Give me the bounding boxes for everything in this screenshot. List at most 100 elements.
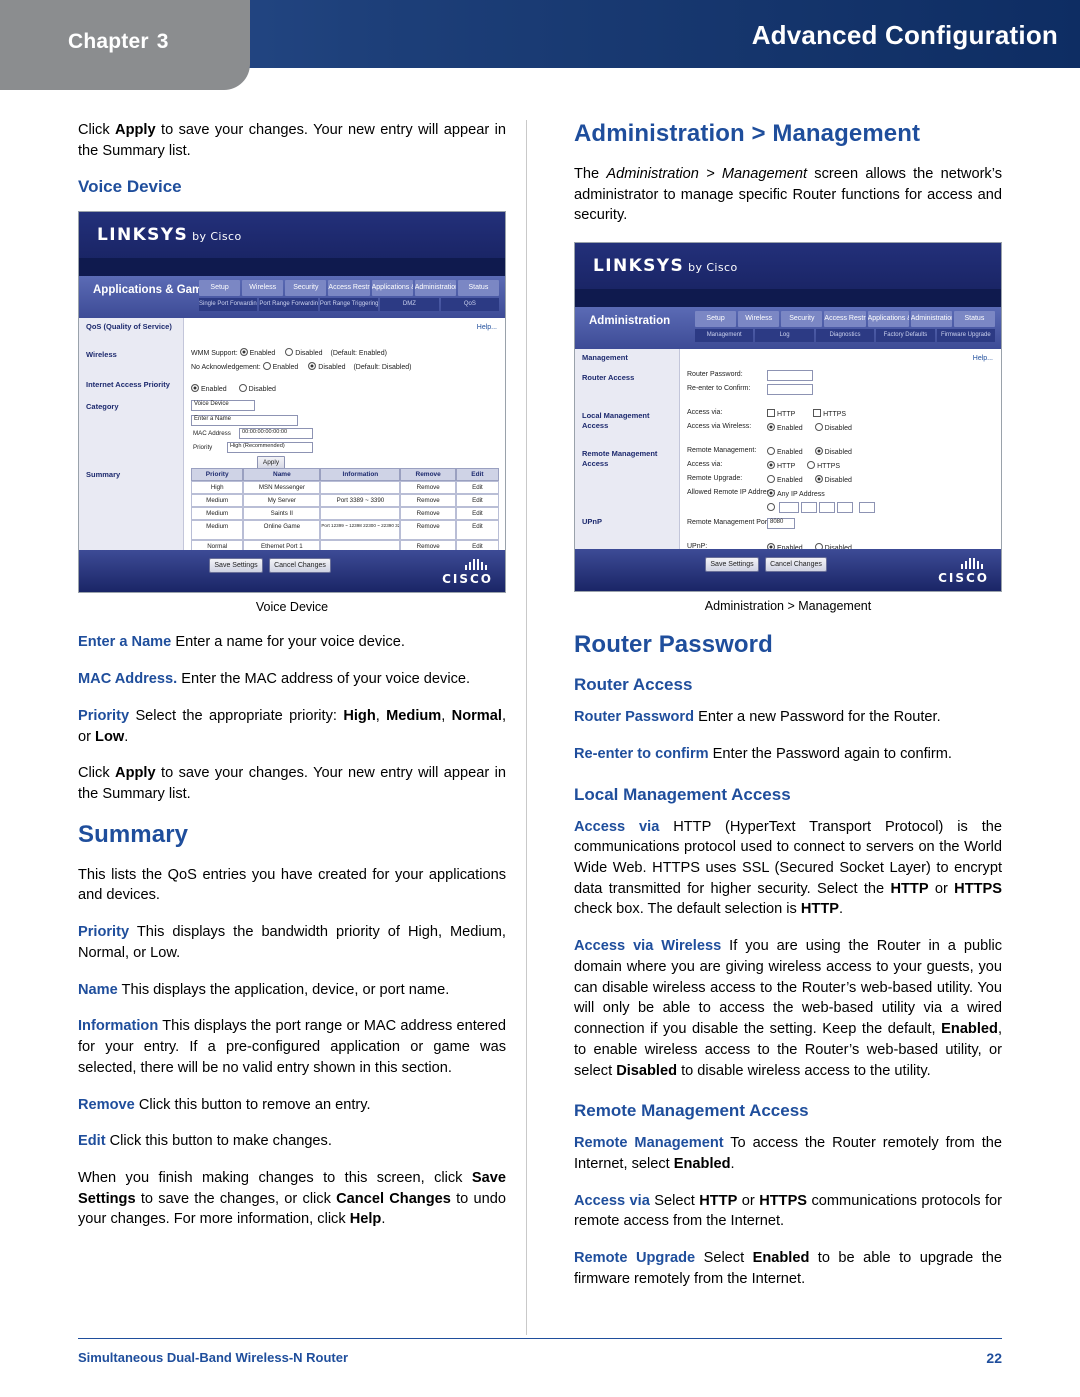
menu-item[interactable]: Administration: [414, 280, 456, 297]
submenu-item[interactable]: Port Range Forwarding: [259, 298, 318, 312]
remote-mgmt-enabled-radio[interactable]: [767, 447, 775, 456]
mac-address-value: 00:00:00:00:00:00: [242, 429, 288, 436]
ip-octet-5[interactable]: [859, 502, 875, 514]
wmm-disabled-label: Disabled: [295, 350, 323, 358]
submenu-item[interactable]: Single Port Forwarding: [199, 298, 258, 312]
summary-information-term: Information: [78, 1018, 159, 1035]
remote-https-radio[interactable]: [807, 461, 816, 470]
ip-range-radio[interactable]: [767, 503, 775, 512]
cancel-changes-button[interactable]: Cancel Changes: [269, 558, 331, 574]
cell-edit[interactable]: Edit: [455, 507, 499, 521]
reenter-confirm-field[interactable]: [767, 384, 813, 396]
menu-item[interactable]: Wireless: [738, 311, 780, 328]
menu-item[interactable]: Administration: [910, 311, 952, 328]
sidebar-item-remote-management-access: Remote Management Access: [582, 449, 658, 468]
wireless-disabled-radio[interactable]: [814, 423, 823, 432]
menu-item[interactable]: Setup: [695, 311, 737, 328]
no-ack-disabled-radio[interactable]: [308, 362, 317, 371]
summary-name-term: Name: [78, 981, 118, 998]
administration-management-screenshot: LINKSYS by Cisco Administration Setup Wir…: [574, 242, 1002, 593]
menu-item[interactable]: Security: [285, 280, 327, 297]
footer-page-number: 22: [986, 1350, 1002, 1366]
cell-remove[interactable]: Remove: [400, 507, 456, 521]
access-via-wireless-paragraph: Access via Wireless If you are using the…: [574, 938, 1002, 1079]
wireless-enabled-radio[interactable]: [767, 423, 775, 432]
screenshot-main-menu[interactable]: Setup Wireless Security Access Restricti…: [695, 311, 995, 328]
screenshot-footer: Save Settings Cancel Changes CISCO: [575, 549, 1001, 592]
submenu-item[interactable]: Port Range Triggering: [319, 298, 379, 312]
reenter-desc: Enter the Password again to confirm.: [712, 745, 952, 762]
wmm-enabled-label: Enabled: [249, 350, 276, 358]
screenshot-main-menu[interactable]: Setup Wireless Security Access Restricti…: [199, 280, 499, 297]
submenu-item[interactable]: Management: [695, 329, 754, 343]
menu-item[interactable]: Access Restrictions: [328, 280, 370, 297]
remote-access-via-paragraph: Access via Select HTTP or HTTPS communic…: [574, 1192, 1003, 1230]
menu-item[interactable]: Status: [953, 311, 995, 328]
menu-item[interactable]: Applications & Gaming: [371, 280, 413, 297]
wmm-enabled-radio[interactable]: [239, 348, 248, 357]
ip-octet-1[interactable]: [779, 502, 799, 514]
priority-enabled-radio[interactable]: [191, 384, 199, 393]
priority-disabled-radio[interactable]: [238, 384, 247, 393]
screenshot-titlebar: LINKSYS by Cisco: [79, 212, 505, 259]
cancel-changes-button[interactable]: Cancel Changes: [765, 557, 827, 573]
summary-information-paragraph: Information This displays the port range…: [78, 1016, 506, 1078]
enter-name-term: Enter a Name: [78, 634, 172, 651]
menu-item[interactable]: Access Restrictions: [824, 311, 866, 328]
submenu-item[interactable]: QoS: [440, 298, 500, 312]
menu-item[interactable]: Status: [457, 280, 499, 297]
http-checkbox[interactable]: [767, 409, 775, 418]
summary-priority-term: Priority: [78, 924, 130, 941]
remote-upgrade-enabled-radio[interactable]: [767, 475, 775, 484]
cell-remove[interactable]: Remove: [400, 520, 456, 541]
save-settings-button[interactable]: Save Settings: [705, 557, 759, 573]
screenshot-footer: Save Settings Cancel Changes CISCO: [79, 550, 505, 593]
menu-item[interactable]: Applications & Gaming: [867, 311, 909, 328]
submenu-item[interactable]: Diagnostics: [815, 329, 875, 343]
admin-management-heading: Administration > Management: [574, 120, 921, 147]
remote-upgrade-label: Remote Upgrade:: [687, 475, 743, 483]
help-link[interactable]: Help...: [477, 324, 497, 331]
any-ip-label: Any IP Address: [777, 491, 825, 499]
sidebar-item-wireless: Wireless: [86, 350, 117, 360]
cell-edit[interactable]: Edit: [455, 494, 499, 508]
menu-item[interactable]: Security: [781, 311, 823, 328]
router-password-field[interactable]: [767, 370, 813, 382]
ip-octet-2[interactable]: [801, 502, 817, 514]
cell-remove[interactable]: Remove: [400, 481, 456, 495]
ip-octet-4[interactable]: [837, 502, 853, 514]
no-ack-enabled-radio[interactable]: [262, 362, 271, 371]
cell-edit[interactable]: Edit: [455, 520, 499, 541]
sidebar-item-internet-access-priority: Internet Access Priority: [86, 380, 170, 390]
remote-mgmt-disabled-radio[interactable]: [814, 447, 823, 456]
ip-octet-3[interactable]: [819, 502, 835, 514]
any-ip-radio[interactable]: [767, 489, 775, 498]
menu-item[interactable]: Wireless: [242, 280, 284, 297]
table-row: Medium My Server Port 3389 ~ 3390 Remove…: [191, 494, 499, 508]
remote-http-radio[interactable]: [767, 461, 775, 470]
summary-priority-desc: This displays the bandwidth priority of …: [78, 924, 506, 961]
screenshot-sub-menu[interactable]: Management Log Diagnostics Factory Defau…: [695, 329, 996, 343]
cell-remove[interactable]: Remove: [400, 494, 456, 508]
menu-item[interactable]: Setup: [199, 280, 241, 297]
save-settings-button[interactable]: Save Settings: [209, 558, 263, 574]
submenu-item[interactable]: Firmware Upgrade: [936, 329, 996, 343]
access-via-wireless-row: Enabled Disabled: [767, 423, 852, 432]
wmm-disabled-radio[interactable]: [285, 348, 294, 357]
remote-upgrade-disabled-radio[interactable]: [814, 475, 823, 484]
screenshot-navbar: Applications & Gaming Setup Wireless Sec…: [79, 276, 505, 319]
help-link[interactable]: Help...: [973, 355, 993, 362]
remote-management-access-heading: Remote Management Access: [574, 1101, 809, 1121]
submenu-item[interactable]: Log: [755, 329, 814, 343]
submenu-item[interactable]: Factory Defaults: [876, 329, 935, 343]
intro-paragraph: Click Apply to save your changes. Your n…: [78, 122, 506, 159]
wmm-support-label: WMM Support:: [191, 350, 238, 358]
priority-value: High (Recommended): [230, 443, 285, 450]
screenshot-titlebar: LINKSYS by Cisco: [575, 243, 1001, 290]
priority-enabled-label: Enabled: [201, 386, 227, 394]
submenu-item[interactable]: DMZ: [380, 298, 439, 312]
cell-edit[interactable]: Edit: [455, 481, 499, 495]
screenshot-sub-menu[interactable]: Single Port Forwarding Port Range Forwar…: [199, 298, 500, 312]
https-checkbox[interactable]: [813, 409, 822, 418]
router-access-heading: Router Access: [574, 675, 693, 695]
